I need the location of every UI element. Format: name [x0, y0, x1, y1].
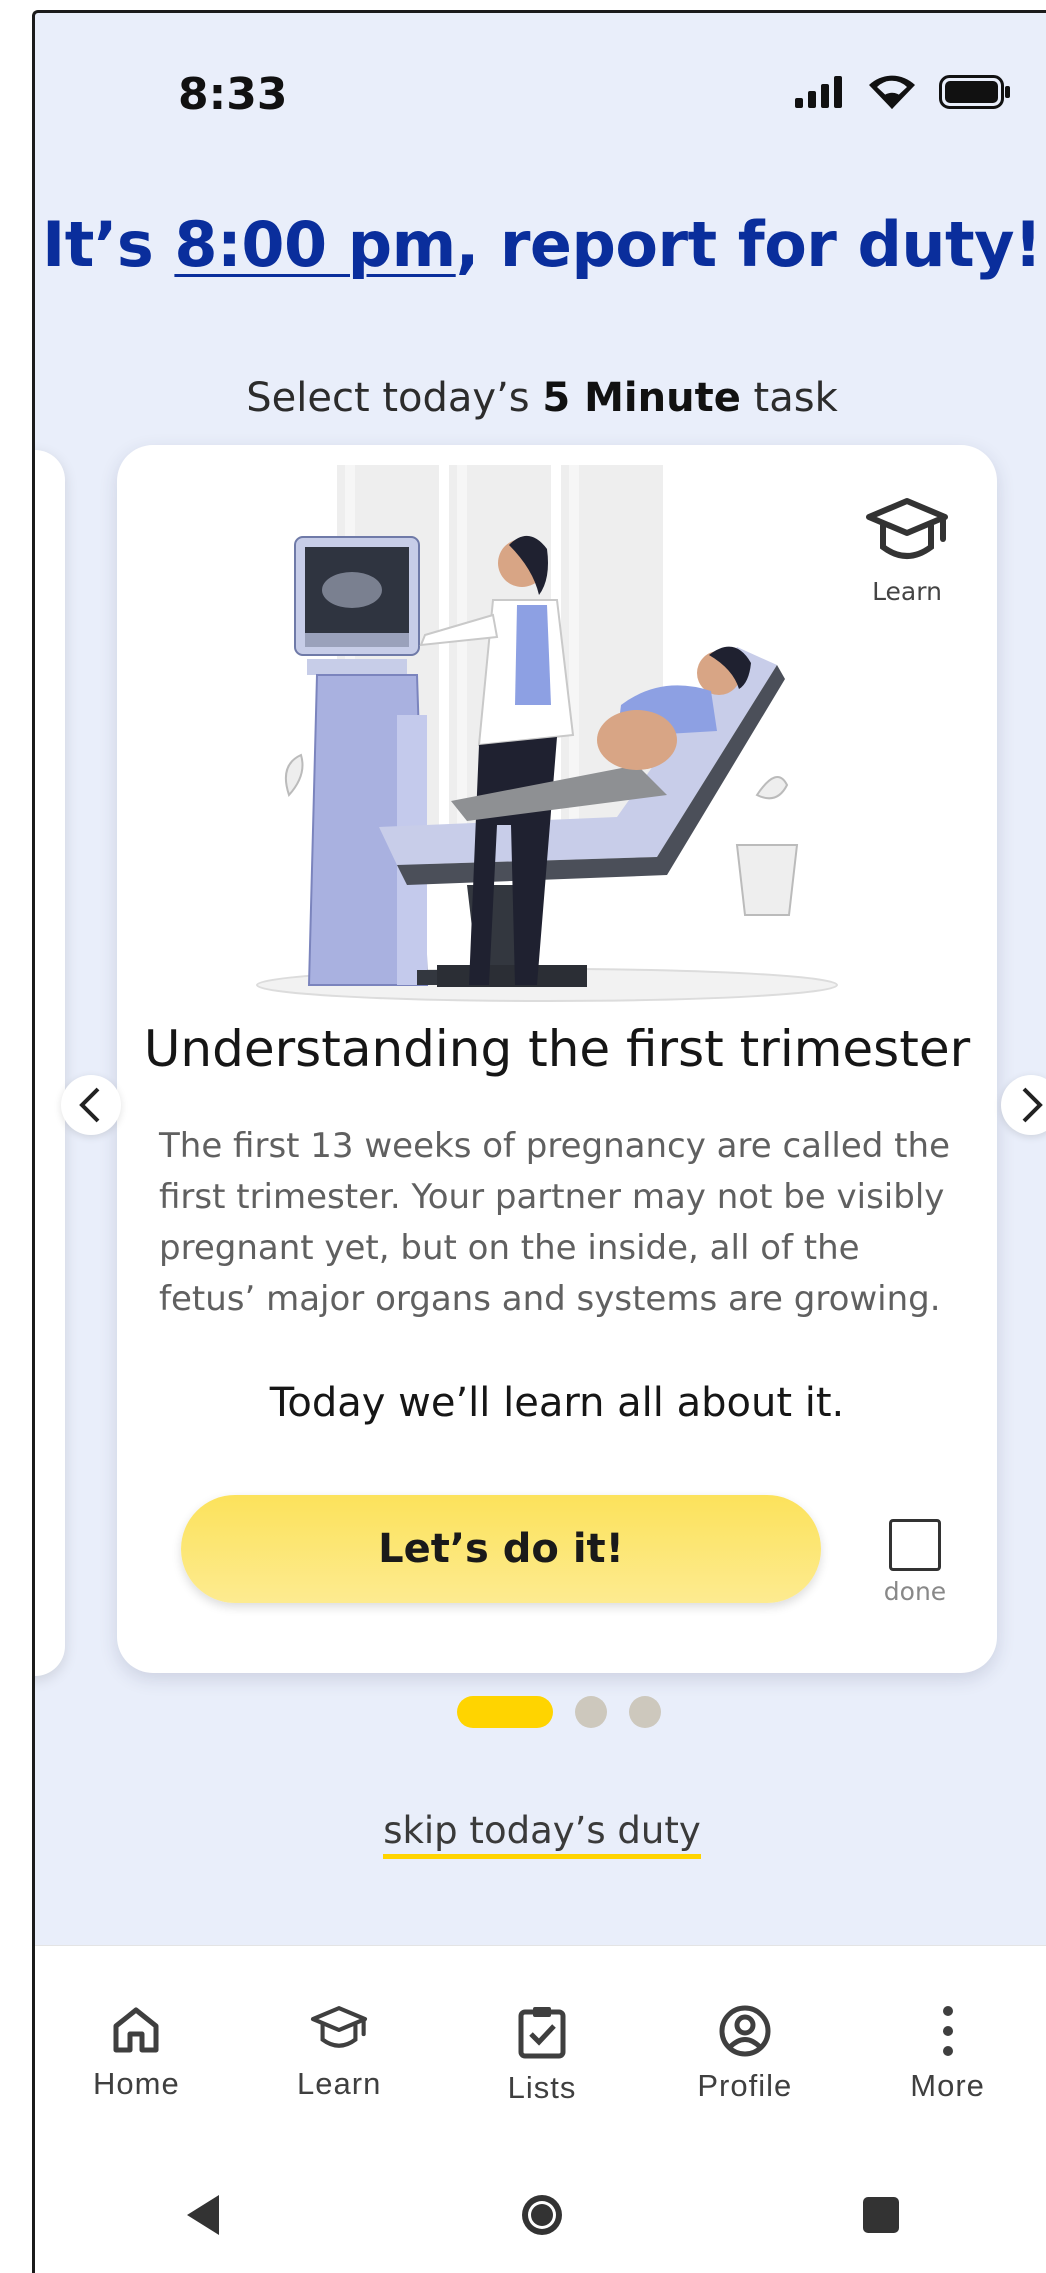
title-suffix: , report for duty! [455, 208, 1043, 281]
bottom-navigation: Home Learn Lists Profile More [35, 1945, 1046, 2146]
previous-task-card[interactable] [35, 450, 65, 1676]
graduation-cap-icon [866, 498, 948, 559]
status-time: 8:33 [178, 69, 288, 120]
learn-badge-label: Learn [872, 577, 942, 606]
learn-badge: Learn [857, 495, 957, 606]
chevron-right-icon [1022, 1087, 1043, 1123]
back-triangle-icon[interactable] [183, 2193, 223, 2237]
done-label: done [883, 1577, 947, 1606]
more-vertical-icon [942, 2006, 953, 2056]
nav-label-home: Home [93, 2066, 180, 2101]
nav-label-lists: Lists [507, 2070, 577, 2105]
status-icons [795, 75, 1011, 109]
pagination-dot-1[interactable] [457, 1696, 553, 1728]
nav-item-lists[interactable]: Lists [441, 1946, 644, 2146]
nav-item-more[interactable]: More [846, 1946, 1046, 2146]
system-navigation-bar [35, 2145, 1046, 2273]
carousel-pagination [457, 1696, 661, 1728]
task-title: Understanding the first trimester [143, 1020, 971, 1078]
phone-screen: 8:33 It’s 8:00 pm, report for duty! Sele… [32, 10, 1046, 2273]
home-circle-icon[interactable] [519, 2192, 565, 2238]
subtitle-pre: Select today’s [246, 375, 543, 421]
duty-time-link[interactable]: 8:00 pm [174, 208, 456, 281]
battery-icon [939, 75, 1010, 109]
status-bar: 8:33 [35, 13, 1046, 143]
profile-icon [719, 2005, 771, 2057]
wifi-icon [869, 75, 915, 109]
done-checkbox[interactable] [889, 1519, 941, 1571]
subtitle-bold: 5 Minute [542, 375, 741, 421]
nav-item-home[interactable]: Home [35, 1946, 238, 2146]
carousel-prev-button[interactable] [61, 1075, 121, 1135]
recents-square-icon[interactable] [861, 2195, 901, 2235]
clipboard-check-icon [518, 2007, 566, 2059]
task-card[interactable]: Learn Understanding the first trimester … [117, 445, 997, 1673]
nav-label-more: More [910, 2068, 985, 2103]
signal-icon [795, 76, 842, 108]
nav-item-profile[interactable]: Profile [643, 1946, 846, 2146]
chevron-left-icon [79, 1087, 100, 1123]
carousel-next-button[interactable] [1001, 1075, 1046, 1135]
pagination-dot-2[interactable] [575, 1696, 607, 1728]
pagination-dot-3[interactable] [629, 1696, 661, 1728]
nav-label-profile: Profile [697, 2068, 793, 2103]
nav-item-learn[interactable]: Learn [238, 1946, 441, 2146]
page-title: It’s 8:00 pm, report for duty! [35, 208, 1046, 281]
home-icon [113, 2007, 159, 2053]
lets-do-it-button[interactable]: Let’s do it! [181, 1495, 821, 1603]
task-cta-text: Today we’ll learn all about it. [269, 1380, 845, 1426]
skip-duty-link-row: skip today’s duty [35, 1809, 1046, 1859]
task-subtitle: Select today’s 5 Minute task [35, 375, 1046, 421]
skip-duty-link[interactable]: skip today’s duty [383, 1809, 701, 1859]
subtitle-post: task [740, 375, 838, 421]
graduation-cap-icon [311, 2006, 368, 2048]
title-prefix: It’s [42, 208, 175, 281]
done-checkbox-group[interactable]: done [875, 1519, 955, 1606]
ultrasound-illustration [256, 465, 838, 1002]
task-description: The first 13 weeks of pregnancy are call… [159, 1126, 950, 1319]
nav-label-learn: Learn [297, 2066, 382, 2101]
